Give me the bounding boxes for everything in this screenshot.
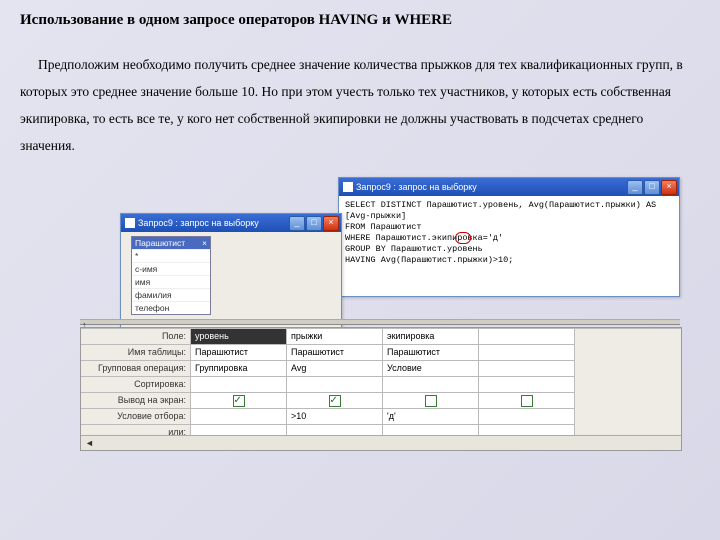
close-button[interactable]: ×	[661, 180, 677, 195]
grid-cell[interactable]: Парашютист	[191, 345, 287, 361]
checkbox[interactable]	[521, 395, 533, 407]
grid-cell[interactable]	[479, 377, 575, 393]
sql-window-title: Запрос9 : запрос на выборку	[356, 182, 477, 192]
grid-cell[interactable]	[479, 345, 575, 361]
grid-cell[interactable]: >10	[287, 409, 383, 425]
grid-scrollbar[interactable]: ◄	[81, 435, 681, 450]
grid-cell[interactable]	[383, 393, 479, 409]
paragraph: Предположим необходимо получить среднее …	[20, 51, 700, 159]
grid-cell[interactable]	[479, 393, 575, 409]
splitter[interactable]	[80, 319, 680, 325]
design-window-title: Запрос9 : запрос на выборку	[138, 218, 259, 228]
field-row[interactable]: имя	[132, 275, 210, 288]
maximize-button[interactable]: □	[644, 180, 660, 195]
scroll-left-icon[interactable]: ◄	[81, 438, 98, 448]
grid-cell[interactable]	[287, 377, 383, 393]
row-label: Условие отбора:	[81, 409, 191, 425]
grid-cell[interactable]: Парашютист	[287, 345, 383, 361]
sql-titlebar[interactable]: Запрос9 : запрос на выборку _ □ ×	[339, 178, 679, 196]
sql-window: Запрос9 : запрос на выборку _ □ × SELECT…	[338, 177, 680, 297]
grid-cell[interactable]: уровень	[191, 329, 287, 345]
grid-cell[interactable]	[383, 377, 479, 393]
close-button[interactable]: ×	[323, 216, 339, 231]
grid-cell[interactable]: прыжки	[287, 329, 383, 345]
highlight-annotation	[455, 232, 471, 244]
grid-cell[interactable]: Условие	[383, 361, 479, 377]
design-window: Запрос9 : запрос на выборку _ □ × Парашю…	[120, 213, 342, 329]
grid-cell[interactable]	[287, 393, 383, 409]
window-icon	[125, 218, 135, 228]
grid-cell[interactable]: Avg	[287, 361, 383, 377]
grid-cell[interactable]	[191, 377, 287, 393]
grid-cell[interactable]	[479, 361, 575, 377]
grid-cell[interactable]	[191, 393, 287, 409]
minimize-button[interactable]: _	[627, 180, 643, 195]
grid-cell[interactable]: 'д'	[383, 409, 479, 425]
sql-text[interactable]: SELECT DISTINCT Парашютист.уровень, Avg(…	[339, 196, 679, 296]
grid-cell[interactable]	[479, 329, 575, 345]
minimize-button[interactable]: _	[289, 216, 305, 231]
field-row[interactable]: с-имя	[132, 262, 210, 275]
row-label: Поле:	[81, 329, 191, 345]
checkbox[interactable]	[233, 395, 245, 407]
qbe-grid-window: Поле: уровень прыжки экипировка Имя табл…	[80, 327, 682, 451]
page-title: Использование в одном запросе операторов…	[20, 12, 700, 29]
checkbox[interactable]	[425, 395, 437, 407]
close-icon[interactable]: ×	[202, 238, 207, 248]
design-titlebar[interactable]: Запрос9 : запрос на выборку _ □ ×	[121, 214, 341, 232]
screenshot-area: Запрос9 : запрос на выборку _ □ × SELECT…	[80, 177, 680, 477]
maximize-button[interactable]: □	[306, 216, 322, 231]
row-label: Сортировка:	[81, 377, 191, 393]
field-row[interactable]: телефон	[132, 301, 210, 314]
grid-cell[interactable]: экипировка	[383, 329, 479, 345]
window-icon	[343, 182, 353, 192]
row-label: Имя таблицы:	[81, 345, 191, 361]
checkbox[interactable]	[329, 395, 341, 407]
table-name: Парашютист	[135, 238, 185, 248]
field-row[interactable]: фамилия	[132, 288, 210, 301]
table-card[interactable]: Парашютист × * с-имя имя фамилия телефон	[131, 236, 211, 315]
grid-cell[interactable]	[191, 409, 287, 425]
grid-cell[interactable]: Группировка	[191, 361, 287, 377]
row-label: Вывод на экран:	[81, 393, 191, 409]
grid-cell[interactable]: Парашютист	[383, 345, 479, 361]
qbe-grid[interactable]: Поле: уровень прыжки экипировка Имя табл…	[81, 328, 681, 441]
grid-cell[interactable]	[479, 409, 575, 425]
field-row[interactable]: *	[132, 249, 210, 262]
row-label: Групповая операция:	[81, 361, 191, 377]
